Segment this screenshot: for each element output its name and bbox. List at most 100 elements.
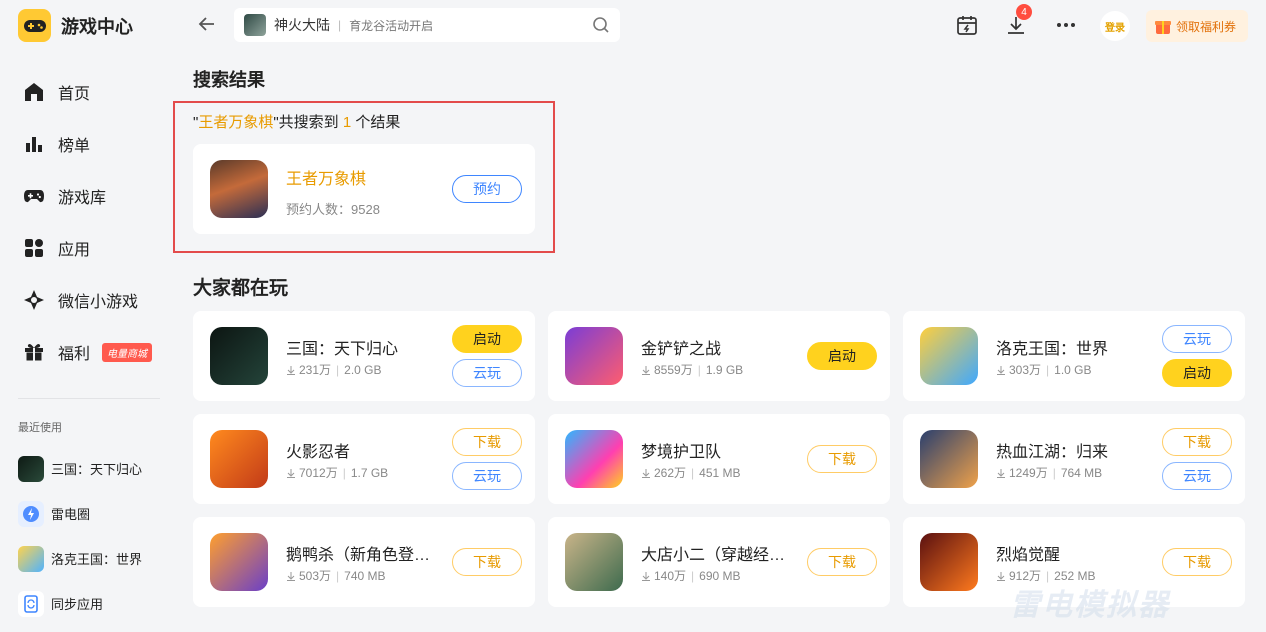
gift-icon (22, 340, 46, 364)
download-button[interactable]: 下载 (1162, 428, 1232, 456)
game-card[interactable]: 鹅鸭杀（新角色登场） 503万 | 740 MB 下载 (193, 517, 535, 607)
download-small-icon (642, 365, 650, 375)
claim-coupon-button[interactable]: 领取福利券 (1146, 10, 1248, 42)
game-card[interactable]: 洛克王国：世界 303万 | 1.0 GB 云玩 启动 (903, 311, 1245, 401)
game-card[interactable]: 梦境护卫队 262万 | 451 MB 下载 (548, 414, 890, 504)
download-button[interactable]: 下载 (452, 548, 522, 576)
home-icon (22, 80, 46, 104)
recent-item[interactable]: 三国：天下归心 (18, 446, 142, 491)
download-small-icon (997, 571, 1005, 581)
download-count: 8559万 (654, 363, 693, 377)
game-thumbnail (18, 455, 44, 482)
sidebar-item-home[interactable]: 首页 (22, 66, 152, 118)
meta-separator: | (1052, 465, 1056, 480)
result-caption: "王者万象棋"共搜索到 1 个结果 (193, 111, 400, 132)
cloud-play-button[interactable]: 云玩 (452, 359, 522, 387)
launch-button[interactable]: 启动 (452, 325, 522, 353)
game-thumbnail (920, 533, 978, 591)
power-mall-badge: 电量商城 (102, 342, 153, 362)
meta-separator: | (1046, 362, 1050, 377)
download-count-badge: 4 (1016, 4, 1032, 20)
recent-item-label: 雷电圈 (51, 507, 91, 522)
chart-icon (22, 132, 46, 156)
game-card[interactable]: 大店小二（穿越经营） 140万 | 690 MB 下载 (548, 517, 890, 607)
back-arrow-icon[interactable] (196, 13, 218, 35)
download-button[interactable]: 下载 (807, 548, 877, 576)
download-button[interactable]: 下载 (807, 445, 877, 473)
cloud-play-button[interactable]: 云玩 (452, 462, 522, 490)
game-card[interactable]: 火影忍者 7012万 | 1.7 GB 下载 云玩 (193, 414, 535, 504)
search-results-title: 搜索结果 (193, 70, 265, 90)
file-size: 1.9 GB (705, 362, 744, 377)
file-size: 764 MB (1060, 465, 1103, 480)
game-meta: 140万 | 690 MB (641, 567, 741, 584)
sidebar-item-label: 福利 (58, 346, 91, 363)
game-name: 烈焰觉醒 (996, 547, 1061, 564)
game-card[interactable]: 三国：天下归心 231万 | 2.0 GB 启动 云玩 (193, 311, 535, 401)
search-input[interactable]: 神火大陆 | 育龙谷活动开启 (234, 8, 620, 42)
recent-item[interactable]: 雷电圈 (18, 491, 142, 536)
game-thumbnail (210, 533, 268, 591)
download-button[interactable]: 下载 (1162, 548, 1232, 576)
game-meta: 262万 | 451 MB (641, 464, 741, 481)
download-count: 262万 (654, 466, 687, 480)
download-count: 140万 (654, 569, 687, 583)
game-thumbnail (18, 545, 44, 572)
gamepad-icon (22, 184, 46, 208)
sidebar-item-ranking[interactable]: 榜单 (22, 118, 152, 170)
search-icon[interactable] (592, 16, 610, 34)
caption-text-end: 个结果 (351, 114, 401, 131)
download-small-icon (642, 571, 650, 581)
search-game-thumbnail (244, 14, 266, 36)
game-thumbnail (210, 327, 268, 385)
game-thumbnail (920, 327, 978, 385)
popular-section-title: 大家都在玩 (193, 278, 289, 299)
file-size: 451 MB (699, 465, 741, 480)
gamepad-logo-icon (18, 9, 51, 42)
search-result-card[interactable]: 王者万象棋 预约人数：9528 预约 (193, 144, 535, 234)
wechat-game-icon (22, 288, 46, 312)
calendar-icon[interactable] (955, 13, 979, 37)
caption-text: 共搜索到 (278, 114, 343, 131)
game-card[interactable]: 金铲铲之战 8559万 | 1.9 GB 启动 (548, 311, 890, 401)
sidebar-item-wechat-games[interactable]: 微信小游戏 (22, 274, 152, 326)
search-keyword: 王者万象棋 (198, 114, 274, 131)
sidebar-item-game-library[interactable]: 游戏库 (22, 170, 152, 222)
sidebar-nav: 首页 榜单 游戏库 应用 微信小游戏 福利 电量商城 (22, 66, 153, 378)
recent-item-label: 同步应用 (51, 597, 104, 612)
game-name: 热血江湖：归来 (996, 444, 1109, 461)
cloud-play-button[interactable]: 云玩 (1162, 462, 1232, 490)
meta-separator: | (342, 465, 346, 480)
game-name: 金铲铲之战 (641, 341, 722, 358)
download-button[interactable]: 下载 (452, 428, 522, 456)
file-size: 740 MB (344, 568, 386, 583)
search-value: 神火大陆 (274, 17, 330, 33)
recent-title: 最近使用 (18, 422, 62, 434)
cloud-play-button[interactable]: 云玩 (1162, 325, 1232, 353)
download-small-icon (287, 365, 295, 375)
recent-item[interactable]: 洛克王国：世界 (18, 536, 142, 581)
game-thumbnail (565, 533, 623, 591)
app-title: 游戏中心 (61, 16, 133, 37)
download-small-icon (287, 571, 295, 581)
meta-separator: | (336, 568, 340, 583)
more-icon[interactable] (1054, 13, 1078, 37)
download-small-icon (287, 468, 295, 478)
meta-separator: | (336, 362, 340, 377)
download-count: 303万 (1009, 363, 1042, 377)
login-button[interactable]: 登录 (1100, 11, 1130, 41)
claim-coupon-label: 领取福利券 (1176, 19, 1237, 34)
recent-item[interactable]: 同步应用 (18, 581, 142, 626)
sidebar-divider (18, 398, 160, 399)
sidebar-item-apps[interactable]: 应用 (22, 222, 152, 274)
launch-button[interactable]: 启动 (1162, 359, 1232, 387)
sidebar-item-welfare[interactable]: 福利 电量商城 (22, 326, 153, 378)
reserve-button[interactable]: 预约 (452, 175, 522, 203)
game-card[interactable]: 热血江湖：归来 1249万 | 764 MB 下载 云玩 (903, 414, 1245, 504)
launch-button[interactable]: 启动 (807, 342, 877, 370)
download-icon[interactable]: 4 (1004, 4, 1032, 37)
app-logo[interactable]: 游戏中心 (18, 9, 133, 42)
game-name: 鹅鸭杀（新角色登场） (286, 547, 441, 564)
game-thumbnail (920, 430, 978, 488)
reservation-count: 预约人数：9528 (286, 202, 380, 217)
